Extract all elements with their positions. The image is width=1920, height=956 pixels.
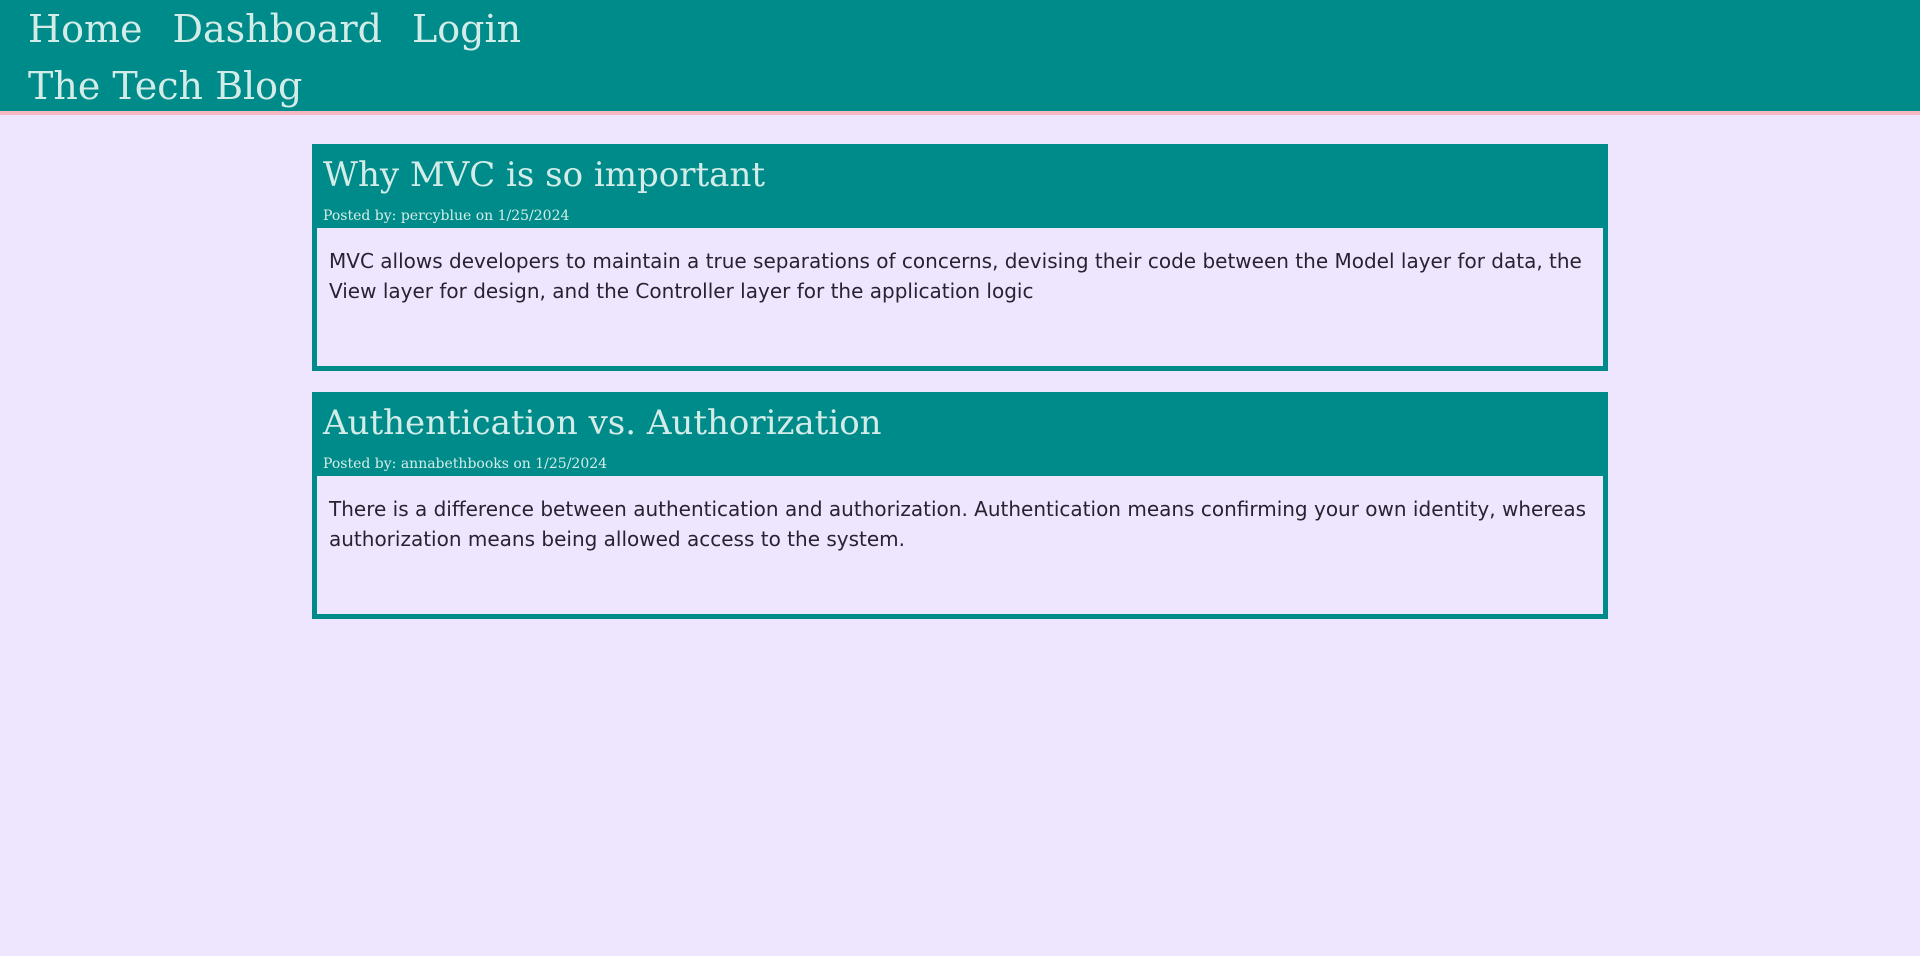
post-body: There is a difference between authentica… [329, 497, 1587, 551]
post-title[interactable]: Authentication vs. Authorization [323, 401, 882, 445]
post-card[interactable]: Why MVC is so important Posted by: percy… [312, 144, 1608, 371]
site-header: Home Dashboard Login The Tech Blog [0, 0, 1920, 115]
main-nav: Home Dashboard Login [28, 4, 521, 54]
post-header: Why MVC is so important Posted by: percy… [317, 149, 1603, 228]
post-header: Authentication vs. Authorization Posted … [317, 397, 1603, 476]
nav-dashboard-link[interactable]: Dashboard [173, 4, 382, 54]
post-card[interactable]: Authentication vs. Authorization Posted … [312, 392, 1608, 619]
post-body: MVC allows developers to maintain a true… [329, 249, 1582, 303]
nav-home-link[interactable]: Home [28, 4, 143, 54]
post-meta: Posted by: percyblue on 1/25/2024 [323, 208, 570, 224]
site-title: The Tech Blog [28, 64, 303, 108]
post-list: Why MVC is so important Posted by: percy… [312, 144, 1608, 640]
post-meta: Posted by: annabethbooks on 1/25/2024 [323, 456, 608, 472]
nav-login-link[interactable]: Login [412, 4, 521, 54]
post-title[interactable]: Why MVC is so important [323, 153, 765, 197]
